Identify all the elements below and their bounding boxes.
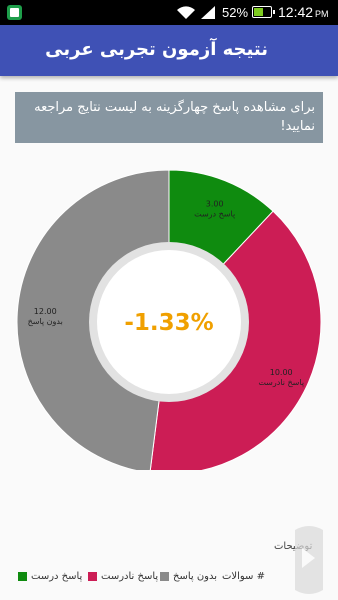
legend-header: # سوالات xyxy=(222,567,265,585)
page-title: نتیجه آزمون تجربی عربی xyxy=(45,39,268,60)
clock-ampm: PM xyxy=(315,9,329,19)
app-notification-icon xyxy=(7,5,22,20)
legend-label-unanswered: بدون پاسخ xyxy=(173,570,218,582)
legend-item-unanswered: بدون پاسخ xyxy=(160,567,217,585)
clock-time: 12:42 xyxy=(278,4,314,20)
battery-percent: 52% xyxy=(222,5,249,20)
watermark-logo-icon xyxy=(295,526,323,594)
notice-banner[interactable]: برای مشاهده پاسخ چهارگزینه به لیست نتایج… xyxy=(15,92,323,143)
status-bar: 52% 12:42 PM xyxy=(0,0,338,25)
legend-swatch-correct xyxy=(18,571,27,581)
legend-swatch-incorrect xyxy=(88,571,97,581)
legend-label-incorrect: پاسخ نادرست xyxy=(101,570,159,582)
chart-center-value: -1.33% xyxy=(124,310,213,336)
legend-swatch-unanswered xyxy=(160,571,169,581)
signal-icon xyxy=(201,6,215,19)
battery-icon xyxy=(252,6,275,18)
legend-label-correct: پاسخ درست xyxy=(31,570,83,582)
wifi-icon xyxy=(177,6,195,19)
app-bar: نتیجه آزمون تجربی عربی xyxy=(0,25,338,76)
legend-item-incorrect: پاسخ نادرست xyxy=(88,567,158,585)
result-pie-chart[interactable]: 3.00 پاسخ درست10.00 پاسخ نادرست12.00 بدون پ… xyxy=(0,170,338,470)
legend-header-label: # سوالات xyxy=(222,570,265,582)
clock: 12:42 PM xyxy=(278,4,329,20)
legend-item-correct: پاسخ درست xyxy=(18,567,82,585)
